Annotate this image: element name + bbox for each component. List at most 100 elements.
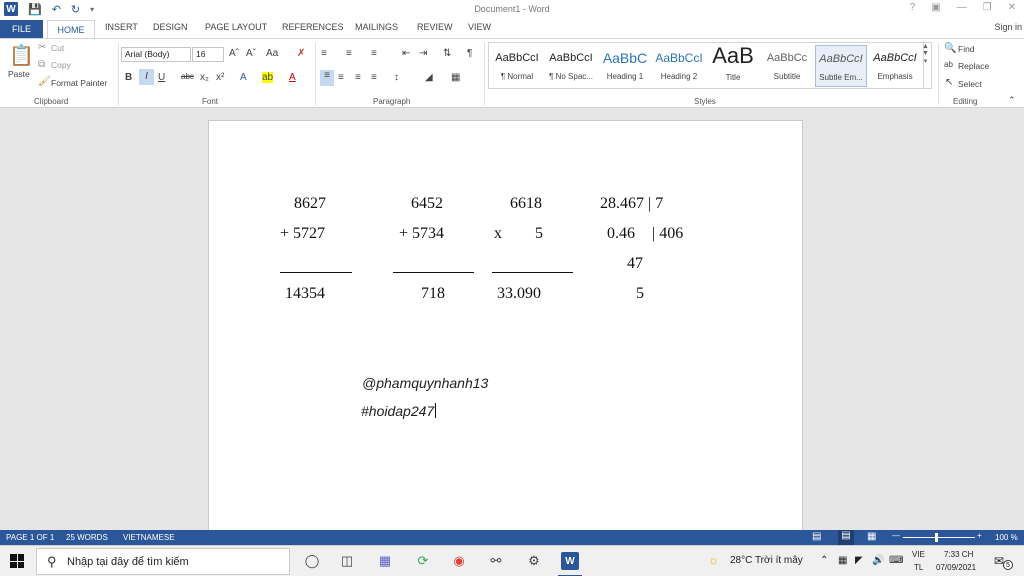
chrome-icon[interactable]: ◉ [450,552,468,570]
decrease-indent-icon[interactable]: ⇤ [402,48,410,59]
taskbar-search[interactable]: ⚲ Nhập tại đây để tìm kiếm [36,548,290,575]
page-count[interactable]: PAGE 1 OF 1 [6,533,54,542]
grow-font-icon[interactable]: Aˆ [229,48,239,59]
minimize-icon[interactable]: — [957,2,967,13]
settings-gear-icon[interactable]: ⚙ [525,552,543,570]
shrink-font-icon[interactable]: Aˇ [246,48,256,59]
strikethrough-icon[interactable]: abc [181,72,194,81]
select-icon[interactable]: ↖ [945,77,953,88]
cut-icon[interactable]: ✂ [38,42,46,53]
tab-mailings[interactable]: MAILINGS [355,22,398,32]
copy-button[interactable]: Copy [51,60,71,70]
task-view-icon[interactable]: ◫ [338,552,356,570]
paste-button[interactable]: Paste [8,69,30,79]
highlight-icon[interactable]: ab [262,72,274,83]
font-color-icon[interactable]: A [289,72,296,83]
font-family-select[interactable]: Arial (Body) [121,47,191,62]
style-heading-2[interactable]: AaBbCcI Heading 2 [653,45,705,87]
cut-button[interactable]: Cut [51,43,64,53]
borders-icon[interactable]: ▦ [451,72,460,83]
tab-review[interactable]: REVIEW [417,22,453,32]
web-layout-icon[interactable]: ▦ [867,531,876,542]
style-title[interactable]: AaB Title [707,45,759,87]
tab-insert[interactable]: INSERT [105,22,138,32]
align-right-icon[interactable]: ≡ [355,72,361,83]
font-size-select[interactable]: 16 [192,47,224,62]
justify-icon[interactable]: ≡ [371,72,377,83]
app-icon[interactable]: ⟳ [414,552,432,570]
document-area[interactable]: 8627 + 5727 14354 6452 + 5734 718 6618 x… [0,108,1024,540]
subscript-icon[interactable]: x₂ [200,72,209,83]
tab-view[interactable]: VIEW [468,22,491,32]
show-marks-icon[interactable]: ¶ [467,48,472,59]
print-layout-icon[interactable]: ▤ [838,530,854,545]
restore-icon[interactable]: ❐ [983,2,992,13]
bold-icon[interactable]: B [125,72,132,83]
style-subtitle[interactable]: AaBbCc Subtitle [761,45,813,87]
cortana-icon[interactable]: ◯ [303,552,321,570]
find-button[interactable]: Find [958,44,975,54]
meet-now-icon[interactable]: ▦ [838,555,847,566]
zoom-slider[interactable] [903,537,975,538]
align-left-icon[interactable]: ≡ [320,70,334,86]
weather-text[interactable]: 28°C Trời ít mây [730,555,803,566]
zoom-out-icon[interactable]: — [892,531,900,540]
input-language[interactable]: VIE [912,550,925,559]
sort-icon[interactable]: ⇅ [443,48,451,59]
select-button[interactable]: Select [958,79,982,89]
tab-file[interactable]: FILE [0,20,43,38]
keyboard-icon[interactable]: ⌨ [889,555,903,566]
show-hidden-icons[interactable]: ⌃ [820,555,828,566]
network-icon[interactable]: ◤ [855,555,863,566]
snipping-tool-icon[interactable]: ⚯ [487,552,505,570]
zoom-in-icon[interactable]: + [977,531,982,540]
numbering-icon[interactable]: ≡ [346,48,352,59]
close-icon[interactable]: ✕ [1008,2,1016,13]
collapse-ribbon-icon[interactable]: ⌃ [1008,95,1016,106]
format-painter-button[interactable]: Format Painter [51,78,107,88]
help-icon[interactable]: ? [910,2,916,13]
start-button-icon[interactable] [10,554,24,568]
sign-in-link[interactable]: Sign in [994,22,1022,32]
clock-date[interactable]: 07/09/2021 [936,563,976,572]
tab-page-layout[interactable]: PAGE LAYOUT [205,22,267,32]
italic-icon[interactable]: I [139,69,154,85]
multilevel-list-icon[interactable]: ≡ [371,48,377,59]
copy-icon[interactable]: ⧉ [38,59,45,70]
tab-references[interactable]: REFERENCES [282,22,344,32]
align-center-icon[interactable]: ≡ [338,72,344,83]
paste-icon[interactable]: 📋 [9,43,34,68]
line-spacing-icon[interactable]: ↕ [394,72,399,83]
format-painter-icon[interactable]: 🖌 [38,76,51,87]
zoom-slider-thumb[interactable] [935,533,938,542]
input-method[interactable]: TL [914,563,923,572]
find-icon[interactable]: 🔍 [944,43,956,54]
clear-formatting-icon[interactable]: ✗ [297,48,305,59]
zoom-level[interactable]: 100 % [995,533,1018,542]
change-case-icon[interactable]: Aa [266,48,278,59]
language-indicator[interactable]: VIETNAMESE [123,533,175,542]
weather-icon[interactable]: ☼ [708,553,719,567]
clock-time[interactable]: 7:33 CH [944,550,973,559]
replace-button[interactable]: Replace [958,61,989,71]
tab-home[interactable]: HOME [47,20,95,39]
style-no-spacing[interactable]: AaBbCcI ¶ No Spac... [545,45,597,87]
word-app-icon[interactable]: W [561,552,579,570]
bullets-icon[interactable]: ≡ [321,48,327,59]
underline-icon[interactable]: U [158,72,165,83]
styles-gallery-scroll[interactable]: ▲ ▼ ▾ [920,42,932,89]
document-page[interactable]: 8627 + 5727 14354 6452 + 5734 718 6618 x… [208,120,803,540]
tab-design[interactable]: DESIGN [153,22,188,32]
volume-icon[interactable]: 🔊 [872,555,884,566]
style-emphasis[interactable]: AaBbCcI Emphasis [869,45,921,87]
replace-icon[interactable]: ab [944,60,953,69]
word-count[interactable]: 25 WORDS [66,533,108,542]
style-subtle-emphasis[interactable]: AaBbCcI Subtle Em... [815,45,867,87]
style-normal[interactable]: AaBbCcI ¶ Normal [491,45,543,87]
teams-icon[interactable]: ▦ [376,552,394,570]
ribbon-display-icon[interactable]: ▣ [931,2,940,13]
style-heading-1[interactable]: AaBbC Heading 1 [599,45,651,87]
superscript-icon[interactable]: x² [216,72,224,83]
text-effects-icon[interactable]: A [240,72,247,83]
increase-indent-icon[interactable]: ⇥ [419,48,427,59]
